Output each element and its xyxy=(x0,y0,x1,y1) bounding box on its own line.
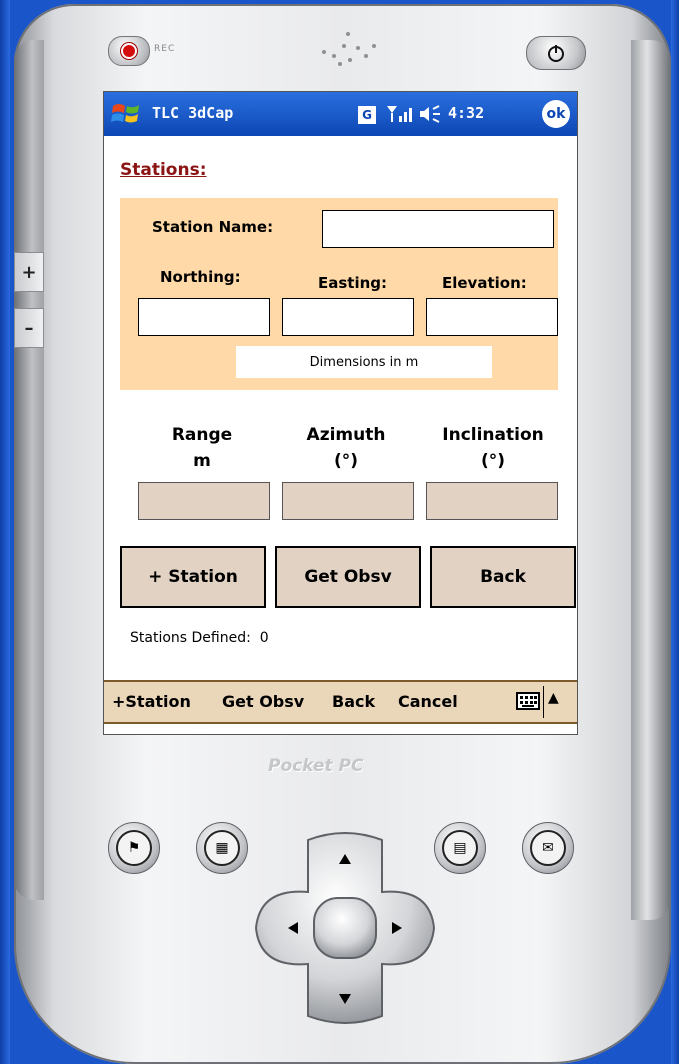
station-name-label: Station Name: xyxy=(152,218,274,236)
clock[interactable]: 4:32 xyxy=(448,104,484,122)
stations-defined-label: Stations Defined: xyxy=(130,630,251,646)
start-hardware-button[interactable]: ⚑ xyxy=(108,822,160,874)
record-label: REC xyxy=(154,44,176,54)
station-panel: Station Name: Northing: Easting: Elevati… xyxy=(120,198,558,390)
windows-start-icon[interactable] xyxy=(110,98,142,130)
envelope-icon: ✉ xyxy=(530,830,566,866)
page-title: Stations: xyxy=(120,160,207,180)
inclination-unit: (°) xyxy=(480,451,506,471)
dimensions-note: Dimensions in m xyxy=(236,346,492,378)
device-side-rail-left xyxy=(14,40,44,900)
range-label: Range m xyxy=(142,422,262,474)
azimuth-label-text: Azimuth xyxy=(306,425,386,445)
menu-bar: +Station Get Obsv Back Cancel ▲ xyxy=(104,680,577,724)
calendar-hardware-button[interactable]: ▦ xyxy=(196,822,248,874)
range-unit: m xyxy=(193,451,211,471)
easting-label: Easting: xyxy=(318,274,388,292)
back-button[interactable]: Back xyxy=(430,546,576,608)
menu-item-cancel[interactable]: Cancel xyxy=(398,692,458,711)
contacts-hardware-button[interactable]: ▤ xyxy=(434,822,486,874)
speaker-grille xyxy=(318,32,378,66)
get-obsv-button[interactable]: Get Obsv xyxy=(275,546,421,608)
device-screen: TLC 3dCap G 4:32 ok Stations: Station Na… xyxy=(103,91,578,735)
ok-button[interactable]: ok xyxy=(542,100,570,128)
volume-icon[interactable] xyxy=(418,104,442,124)
navigation-pad[interactable] xyxy=(252,832,438,1024)
menu-divider xyxy=(543,686,544,718)
inbox-hardware-button[interactable]: ✉ xyxy=(522,822,574,874)
record-button[interactable] xyxy=(108,36,150,66)
volume-down-button[interactable]: – xyxy=(14,308,44,348)
stations-defined-count: 0 xyxy=(259,630,269,646)
northing-input[interactable] xyxy=(138,298,270,336)
range-readout xyxy=(138,482,270,520)
range-label-text: Range xyxy=(171,425,233,445)
record-icon xyxy=(121,43,137,59)
elevation-label: Elevation: xyxy=(442,274,527,292)
keyboard-icon[interactable] xyxy=(516,692,540,710)
northing-label: Northing: xyxy=(160,268,241,286)
calendar-icon: ▦ xyxy=(204,830,240,866)
menu-item-add-station[interactable]: +Station xyxy=(112,692,191,711)
menu-item-get-obsv[interactable]: Get Obsv xyxy=(222,692,304,711)
contacts-icon: ▤ xyxy=(442,830,478,866)
windows-flag-icon: ⚑ xyxy=(116,830,152,866)
device-side-rail-right xyxy=(631,40,671,920)
menu-item-back[interactable]: Back xyxy=(332,692,375,711)
stations-defined-status: Stations Defined: 0 xyxy=(130,630,269,646)
power-icon xyxy=(548,45,564,62)
title-bar: TLC 3dCap G 4:32 ok xyxy=(104,92,577,136)
inclination-readout xyxy=(426,482,558,520)
dpad-center-button[interactable] xyxy=(313,897,377,959)
desktop-edge-left xyxy=(0,0,10,1064)
azimuth-label: Azimuth (°) xyxy=(286,422,406,474)
power-button[interactable] xyxy=(526,36,586,70)
pocket-pc-logo: Pocket PC xyxy=(268,756,364,776)
app-title: TLC 3dCap xyxy=(152,104,234,122)
gprs-icon[interactable]: G xyxy=(358,106,376,124)
azimuth-readout xyxy=(282,482,414,520)
azimuth-unit: (°) xyxy=(333,451,359,471)
elevation-input[interactable] xyxy=(426,298,558,336)
signal-icon[interactable] xyxy=(385,104,413,124)
inclination-label: Inclination (°) xyxy=(418,422,568,474)
sip-menu-arrow-icon[interactable]: ▲ xyxy=(548,690,559,706)
add-station-button[interactable]: + Station xyxy=(120,546,266,608)
volume-up-button[interactable]: + xyxy=(14,252,44,292)
desktop-edge-right xyxy=(671,0,679,1064)
inclination-label-text: Inclination xyxy=(442,425,544,445)
station-name-input[interactable] xyxy=(322,210,554,248)
easting-input[interactable] xyxy=(282,298,414,336)
